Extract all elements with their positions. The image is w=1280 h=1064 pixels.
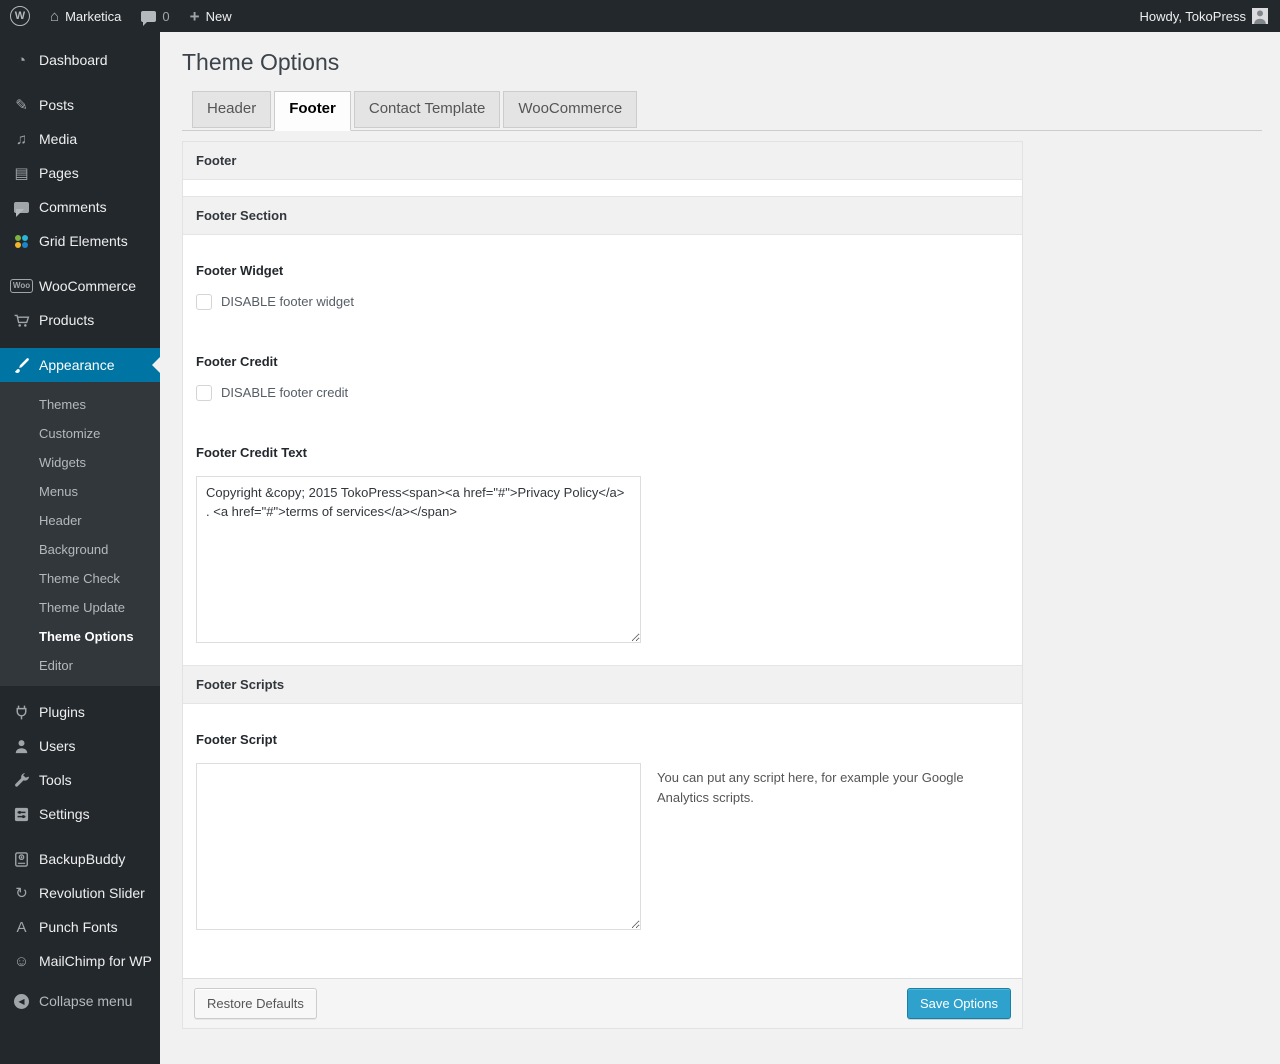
collapse-menu-button[interactable]: ◀ Collapse menu (0, 984, 160, 1018)
submenu-widgets[interactable]: Widgets (0, 448, 160, 477)
footer-script-label: Footer Script (196, 731, 277, 747)
footer-script-group: Footer Script You can put any script her… (196, 732, 1009, 930)
appearance-submenu: Themes Customize Widgets Menus Header Ba… (0, 382, 160, 686)
home-icon: ⌂ (50, 7, 60, 25)
sidebar-item-tools[interactable]: Tools (0, 763, 160, 797)
disable-footer-credit-checkbox[interactable] (196, 384, 212, 401)
sidebar-item-dashboard[interactable]: ◔ Dashboard (0, 43, 160, 77)
comment-bubble-icon (141, 10, 157, 26)
media-notes-icon: ♫ (15, 130, 28, 148)
tab-contact-template[interactable]: Contact Template (353, 91, 501, 128)
users-person-icon (11, 738, 32, 755)
section-title-footer-section: Footer Section (183, 195, 1022, 235)
footer-credit-text-group: Footer Credit Text Copyright &copy; 2015… (196, 445, 1009, 643)
footer-widget-group: Footer Widget DISABLE footer widget (196, 263, 1009, 310)
howdy-text: Howdy, TokoPress (1139, 8, 1246, 24)
mailchimp-monkey-icon: ☺ (13, 952, 30, 970)
sidebar-item-punch-fonts[interactable]: A Punch Fonts (0, 910, 160, 944)
woocommerce-badge-icon: Woo (9, 279, 34, 293)
submenu-customize[interactable]: Customize (0, 419, 160, 448)
wordpress-logo-icon: W (10, 6, 30, 26)
disable-footer-widget-text[interactable]: DISABLE footer widget (221, 294, 354, 309)
tab-bar: Header Footer Contact Template WooCommerce (182, 91, 1262, 131)
products-cart-icon (11, 312, 32, 329)
footer-script-textarea[interactable] (196, 762, 641, 930)
sidebar-item-posts[interactable]: ✎ Posts (0, 88, 160, 122)
submenu-theme-options[interactable]: Theme Options (0, 622, 160, 651)
submenu-background[interactable]: Background (0, 535, 160, 564)
tab-woocommerce[interactable]: WooCommerce (503, 91, 638, 128)
admin-bar: W ⌂ Marketica 0 + New Howdy, TokoPress (0, 0, 1280, 32)
theme-options-panel: Footer Footer Section Footer Widget DISA… (182, 140, 1023, 1029)
tab-footer[interactable]: Footer (274, 91, 351, 131)
submenu-menus[interactable]: Menus (0, 477, 160, 506)
plus-icon: + (189, 6, 200, 26)
submenu-editor[interactable]: Editor (0, 651, 160, 680)
admin-sidebar: ◔ Dashboard ✎ Posts ♫ Media ▤ Pages Comm… (0, 32, 160, 1064)
submenu-themes[interactable]: Themes (0, 390, 160, 419)
sidebar-item-users[interactable]: Users (0, 729, 160, 763)
submenu-theme-check[interactable]: Theme Check (0, 564, 160, 593)
restore-defaults-button[interactable]: Restore Defaults (194, 987, 317, 1019)
main-content: Theme Options Header Footer Contact Templa… (160, 32, 1280, 1064)
new-content-menu[interactable]: + New (180, 0, 242, 32)
account-menu[interactable]: Howdy, TokoPress (1130, 0, 1268, 32)
sidebar-item-settings[interactable]: Settings (0, 797, 160, 831)
wp-logo-menu[interactable]: W (0, 0, 40, 32)
sidebar-item-revolution-slider[interactable]: ↻ Revolution Slider (0, 876, 160, 910)
footer-section-body: Footer Widget DISABLE footer widget Foot… (183, 235, 1022, 665)
comments-count: 0 (162, 8, 170, 24)
submenu-theme-update[interactable]: Theme Update (0, 593, 160, 622)
settings-sliders-icon (11, 806, 32, 823)
appearance-brush-icon (11, 357, 32, 374)
grid-elements-icon (11, 234, 32, 249)
site-link[interactable]: ⌂ Marketica (40, 0, 131, 32)
posts-pin-icon: ✎ (15, 97, 28, 114)
new-label: New (205, 8, 232, 24)
pages-icon: ▤ (14, 165, 29, 182)
footer-widget-label: Footer Widget (196, 262, 284, 278)
site-name: Marketica (65, 8, 122, 24)
sidebar-item-grid-elements[interactable]: Grid Elements (0, 224, 160, 258)
panel-spacer (183, 179, 1022, 196)
backupbuddy-drive-icon (11, 851, 32, 868)
submenu-header[interactable]: Header (0, 506, 160, 535)
punch-fonts-letter-icon: A (16, 918, 27, 936)
user-avatar (1252, 8, 1268, 24)
box-title-footer: Footer (183, 141, 1022, 180)
disable-footer-credit-text[interactable]: DISABLE footer credit (221, 385, 348, 400)
plugins-plug-icon (11, 704, 32, 721)
footer-scripts-body: Footer Script You can put any script her… (183, 704, 1022, 978)
tab-header[interactable]: Header (192, 91, 272, 128)
section-title-footer-scripts: Footer Scripts (183, 664, 1022, 704)
footer-credit-text-label: Footer Credit Text (196, 444, 307, 460)
collapse-arrow-icon: ◀ (11, 993, 32, 1009)
page-title: Theme Options (182, 49, 340, 75)
sidebar-item-woocommerce[interactable]: Woo WooCommerce (0, 269, 160, 303)
revolution-slider-refresh-icon: ↻ (15, 885, 28, 902)
footer-credit-group: Footer Credit DISABLE footer credit (196, 354, 1009, 401)
sidebar-item-products[interactable]: Products (0, 303, 160, 337)
tools-wrench-icon (11, 772, 32, 789)
comments-menu[interactable]: 0 (131, 0, 179, 32)
comments-bubble-icon (11, 201, 32, 217)
sidebar-item-media[interactable]: ♫ Media (0, 122, 160, 156)
sidebar-item-pages[interactable]: ▤ Pages (0, 156, 160, 190)
sidebar-item-mailchimp[interactable]: ☺ MailChimp for WP (0, 944, 160, 978)
dashboard-gauge-icon: ◔ (16, 51, 27, 69)
sidebar-item-comments[interactable]: Comments (0, 190, 160, 224)
footer-credit-text-textarea[interactable]: Copyright &copy; 2015 TokoPress<span><a … (196, 475, 641, 643)
save-options-button[interactable]: Save Options (906, 987, 1011, 1019)
sidebar-item-backupbuddy[interactable]: BackupBuddy (0, 842, 160, 876)
sidebar-item-plugins[interactable]: Plugins (0, 695, 160, 729)
footer-script-help-text: You can put any script here, for example… (657, 769, 964, 805)
disable-footer-widget-checkbox[interactable] (196, 293, 212, 310)
sidebar-item-appearance[interactable]: Appearance (0, 348, 160, 382)
panel-action-row: Restore Defaults Save Options (183, 977, 1022, 1028)
footer-credit-label: Footer Credit (196, 353, 278, 369)
